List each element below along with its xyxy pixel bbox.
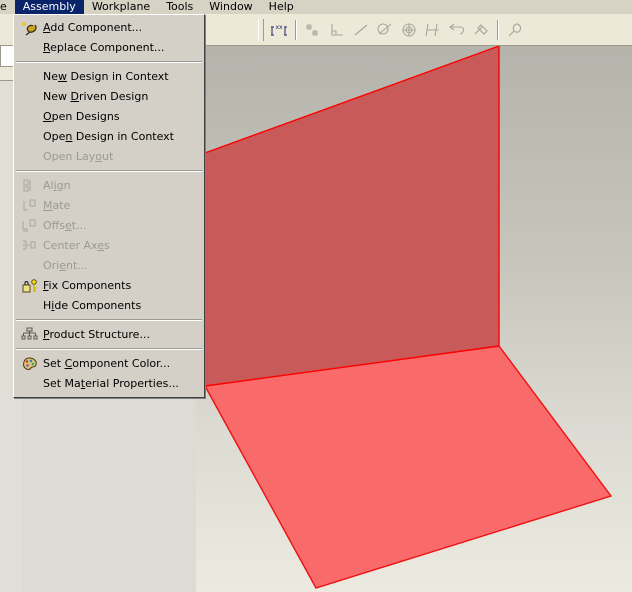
menu-item-icon-slot	[18, 376, 40, 392]
menu-item-label: Open Designs	[43, 110, 120, 123]
menu-item-label: Open Design in Context	[43, 130, 174, 143]
constraints-toolbar: xx	[258, 15, 527, 45]
toolbar-separator-1	[295, 20, 297, 40]
add-component-icon	[18, 20, 40, 36]
perpendicular-icon	[325, 18, 349, 42]
menu-item-center-axes: Center Axes	[14, 236, 204, 256]
menu-item-open-designs[interactable]: Open Designs	[14, 107, 204, 127]
menu-item-align: Align	[14, 176, 204, 196]
menu-item-add-component[interactable]: Add Component...	[14, 18, 204, 38]
menu-item-tools[interactable]: Tools	[158, 0, 201, 14]
menu-item-partial[interactable]: e	[0, 0, 15, 14]
align-icon	[18, 178, 40, 194]
symmetric-icon	[445, 18, 469, 42]
menu-item-fix-components[interactable]: Fix Components	[14, 276, 204, 296]
menu-item-label: Fix Components	[43, 279, 132, 292]
menu-item-icon-slot	[18, 258, 40, 274]
fix-components-icon	[18, 278, 40, 294]
menu-separator	[16, 61, 202, 63]
menu-item-set-component-color[interactable]: Set Component Color...	[14, 354, 204, 374]
menu-item-label: Set Material Properties...	[43, 377, 179, 390]
collinear-icon	[349, 18, 373, 42]
menu-item-icon-slot	[18, 129, 40, 145]
menu-item-label: Center Axes	[43, 239, 110, 252]
assembly-dropdown-menu[interactable]: Add Component... Replace Component... New …	[13, 14, 205, 398]
menu-item-label: Align	[43, 179, 71, 192]
vertical-plane	[204, 46, 500, 387]
menu-item-icon-slot	[18, 109, 40, 125]
offset-icon	[18, 218, 40, 234]
tangent-icon	[373, 18, 397, 42]
parallel-icon	[421, 18, 445, 42]
menu-item-icon-slot	[18, 298, 40, 314]
concentric-icon	[397, 18, 421, 42]
3d-viewport[interactable]	[196, 46, 632, 592]
application-window: Co xx	[0, 0, 632, 592]
menu-item-label: Open Layout	[43, 150, 114, 163]
menu-item-icon-slot	[18, 89, 40, 105]
menu-item-window[interactable]: Window	[201, 0, 260, 14]
menu-item-workplane[interactable]: Workplane	[84, 0, 158, 14]
menu-item-label: New Design in Context	[43, 70, 169, 83]
horizontal-plane	[203, 345, 613, 589]
set-component-color-icon	[18, 356, 40, 372]
menu-separator	[16, 319, 202, 321]
menu-item-label: Mate	[43, 199, 71, 212]
menu-item-set-material-properties[interactable]: Set Material Properties...	[14, 374, 204, 394]
center-axes-icon	[18, 238, 40, 254]
menu-item-open-design-in-context[interactable]: Open Design in Context	[14, 127, 204, 147]
menu-separator	[16, 170, 202, 172]
inspect-constraint-icon	[503, 18, 527, 42]
menu-item-label: New Driven Design	[43, 90, 149, 103]
menu-item-offset: Offset...	[14, 216, 204, 236]
toolbar-separator-2	[497, 20, 499, 40]
menu-item-new-design-in-context[interactable]: New Design in Context	[14, 67, 204, 87]
menu-item-replace-component[interactable]: Replace Component...	[14, 38, 204, 58]
menu-item-label: Add Component...	[43, 21, 143, 34]
menu-item-icon-slot	[18, 149, 40, 165]
menu-item-hide-components[interactable]: Hide Components	[14, 296, 204, 316]
menu-item-label: Orient...	[43, 259, 88, 272]
dimension-xx-icon[interactable]: xx	[267, 18, 291, 42]
menu-item-orient: Orient...	[14, 256, 204, 276]
mate-icon	[18, 198, 40, 214]
menu-item-label: Offset...	[43, 219, 87, 232]
menu-item-icon-slot	[18, 69, 40, 85]
menu-item-new-driven-design[interactable]: New Driven Design	[14, 87, 204, 107]
menu-separator	[16, 348, 202, 350]
menu-item-help[interactable]: Help	[261, 0, 302, 14]
menu-item-label: Replace Component...	[43, 41, 165, 54]
menu-item-label: Set Component Color...	[43, 357, 171, 370]
menu-item-label: Product Structure...	[43, 328, 150, 341]
fix-constraint-icon	[469, 18, 493, 42]
menu-item-icon-slot	[18, 40, 40, 56]
coincident-icon	[301, 18, 325, 42]
svg-text:xx: xx	[275, 24, 283, 31]
toolbar-drag-handle[interactable]	[258, 19, 264, 41]
menu-item-assembly[interactable]: Assembly	[14, 0, 84, 14]
menu-item-open-layout: Open Layout	[14, 147, 204, 167]
menu-item-label: Hide Components	[43, 299, 142, 312]
menu-bar: e Assembly Workplane Tools Window Help	[0, 0, 632, 14]
menu-item-product-structure[interactable]: Product Structure...	[14, 325, 204, 345]
menu-item-mate: Mate	[14, 196, 204, 216]
product-structure-icon	[18, 327, 40, 343]
